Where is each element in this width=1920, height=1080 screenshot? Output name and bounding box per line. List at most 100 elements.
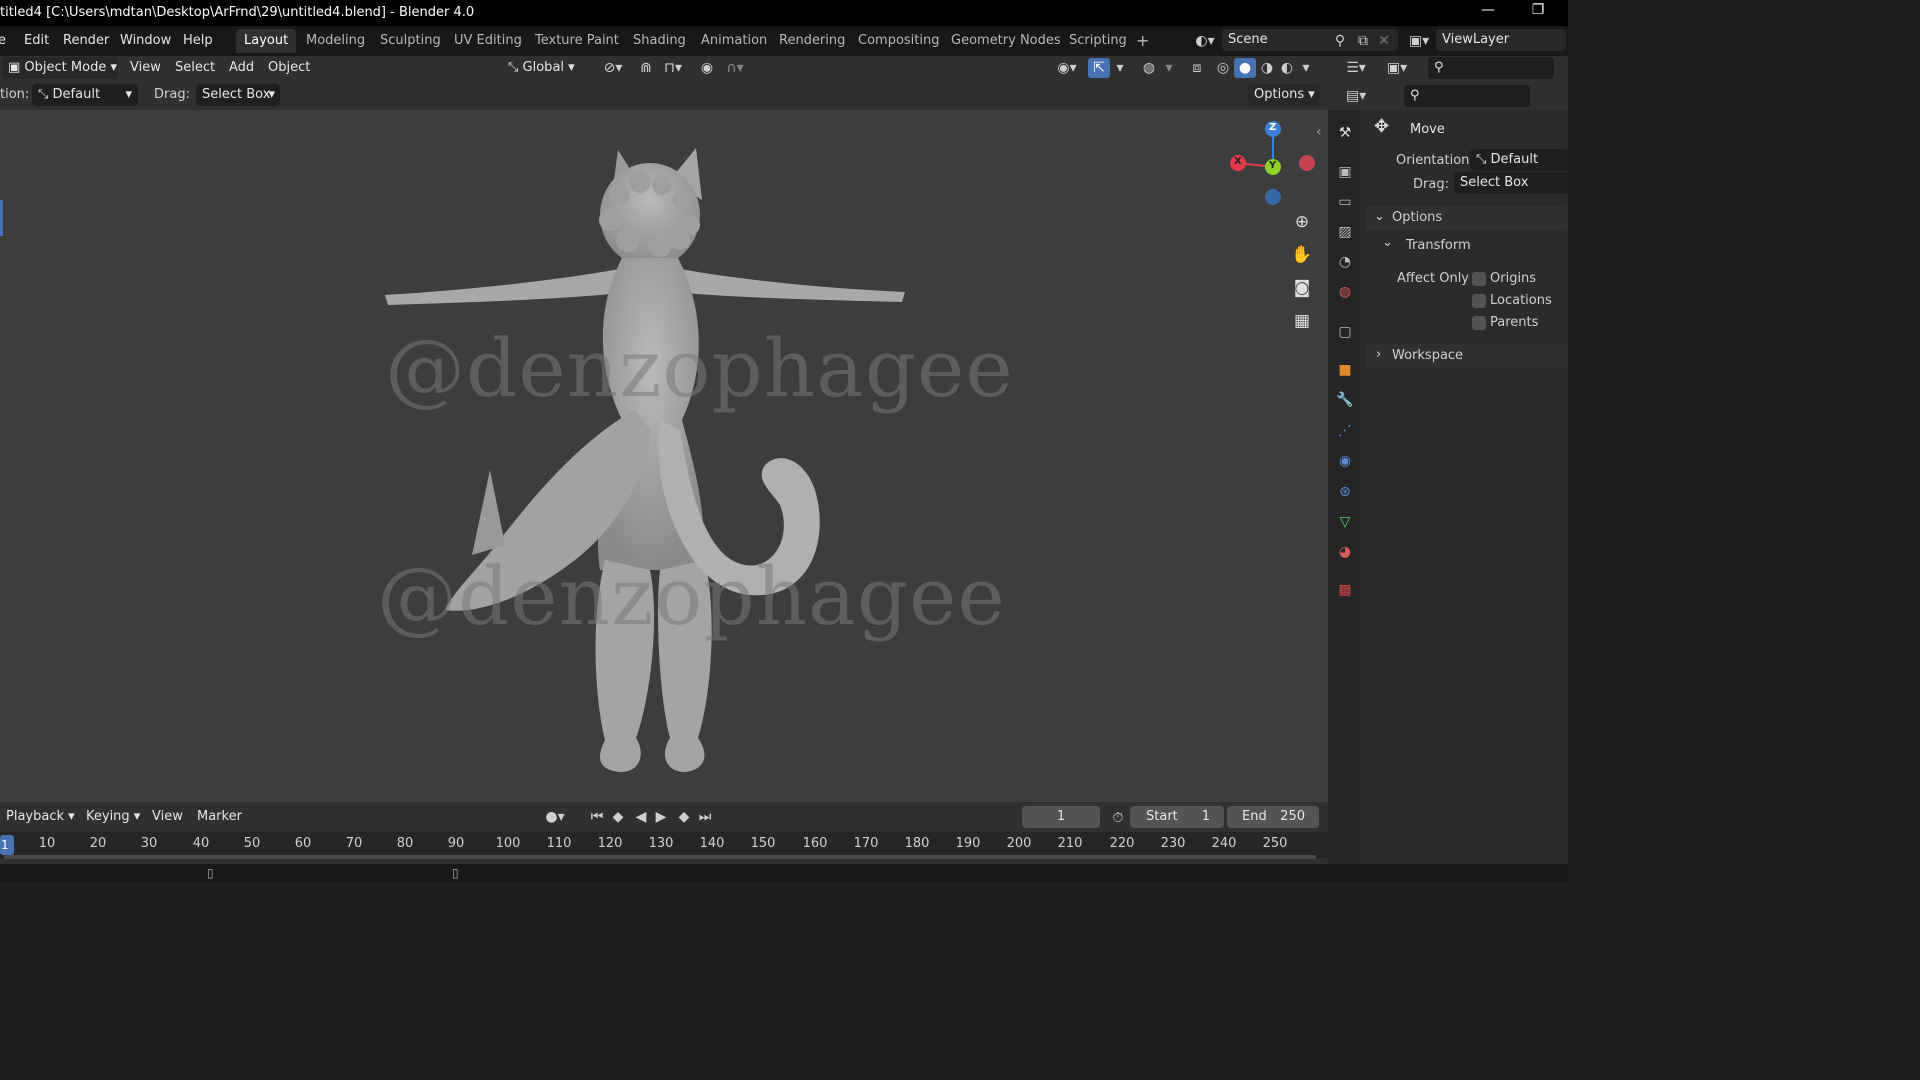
display-mode-icon[interactable]: ▣▾ <box>1380 58 1414 78</box>
minimize-button[interactable]: — <box>1468 2 1508 24</box>
xray-icon[interactable]: ⧈ <box>1186 58 1208 78</box>
3d-viewport[interactable]: @denzophagee @denzophagee Z X Y ‹ ⊕ ✋ ◙ … <box>0 110 1328 802</box>
visibility-eye-icon[interactable]: ◉▾ <box>1050 58 1084 78</box>
timeline-scrollbar[interactable] <box>4 855 1316 859</box>
tool-tab-icon[interactable]: ⚒ <box>1335 123 1355 143</box>
tab-modeling[interactable]: Modeling <box>298 29 373 53</box>
scene-tab-icon[interactable]: ◔ <box>1335 252 1355 272</box>
play-icon[interactable]: ▶ <box>652 807 670 827</box>
view-layer-tab-icon[interactable]: ▨ <box>1335 222 1355 242</box>
gizmo-neg-x-axis[interactable] <box>1299 155 1315 171</box>
output-tab-icon[interactable]: ▭ <box>1335 192 1355 212</box>
tab-sculpting[interactable]: Sculpting <box>372 29 449 53</box>
tab-texture-paint[interactable]: Texture Paint <box>527 29 627 53</box>
camera-view-icon[interactable]: ◙ <box>1288 274 1316 302</box>
menu-view[interactable]: View <box>146 806 189 828</box>
properties-search-input[interactable]: ⚲ <box>1404 85 1530 107</box>
view-layer-field[interactable]: ViewLayer <box>1436 29 1566 51</box>
current-frame-field[interactable]: 1 <box>1022 806 1100 828</box>
data-tab-icon[interactable]: ▽ <box>1335 512 1355 532</box>
gizmo-dropdown-icon[interactable]: ▾ <box>1112 58 1128 78</box>
restore-button[interactable]: ❐ <box>1518 2 1558 24</box>
menu-render[interactable]: Render <box>59 31 113 51</box>
particles-tab-icon[interactable]: ⋰ <box>1335 421 1355 441</box>
drag-dropdown[interactable]: Select Box <box>1454 172 1568 194</box>
drag-dropdown[interactable]: Select Box ▾ <box>196 84 280 106</box>
new-scene-icon[interactable]: ⧉ <box>1354 31 1372 51</box>
add-workspace-button[interactable]: + <box>1128 29 1157 53</box>
parents-checkbox[interactable] <box>1472 316 1486 330</box>
start-frame-field[interactable]: Start 1 <box>1130 806 1224 828</box>
locations-checkbox[interactable] <box>1472 294 1486 308</box>
playhead-marker[interactable]: 1 <box>0 835 14 855</box>
outliner-search-input[interactable]: ⚲ <box>1428 57 1554 79</box>
gizmo-toggle-icon[interactable]: ⇱ <box>1088 58 1110 78</box>
collection-tab-icon[interactable]: ▢ <box>1335 322 1355 342</box>
next-keyframe-icon[interactable]: ◆ <box>674 807 694 827</box>
render-tab-icon[interactable]: ▣ <box>1335 162 1355 182</box>
properties-editor-type-icon[interactable]: ▤▾ <box>1340 86 1372 106</box>
options-panel-header[interactable]: ⌄ Options <box>1366 206 1568 230</box>
material-tab-icon[interactable]: ◕ <box>1335 542 1355 562</box>
view-layer-icon[interactable]: ▣▾ <box>1404 31 1434 51</box>
menu-edit[interactable]: Edit <box>20 31 53 51</box>
object-mode-dropdown[interactable]: ▣ Object Mode ▾ <box>2 57 118 79</box>
menu-view[interactable]: View <box>124 57 167 79</box>
tab-layout[interactable]: Layout <box>236 29 297 53</box>
falloff-icon[interactable]: ∩▾ <box>720 58 750 78</box>
tab-scripting[interactable]: Scripting <box>1061 29 1135 53</box>
menu-help[interactable]: Help <box>179 31 217 51</box>
solid-shading-icon[interactable]: ● <box>1234 58 1256 78</box>
orientation-dropdown[interactable]: ⤡ Default <box>1470 149 1568 171</box>
transform-subpanel-header[interactable]: ⌄ Transform <box>1376 234 1568 258</box>
shading-dropdown-icon[interactable]: ▾ <box>1298 58 1314 78</box>
orientation-dropdown[interactable]: ⤡ Default ▾ <box>32 84 138 106</box>
outliner-editor-type-icon[interactable]: ☰▾ <box>1340 58 1372 78</box>
snap-icon[interactable]: ⋒ <box>636 58 656 78</box>
menu-object[interactable]: Object <box>262 57 316 79</box>
zoom-icon[interactable]: ⊕ <box>1288 208 1316 236</box>
overlays-icon[interactable]: ◍ <box>1138 58 1160 78</box>
constraints-tab-icon[interactable]: ⊛ <box>1335 482 1355 502</box>
workspace-panel-header[interactable]: › Workspace <box>1366 344 1568 368</box>
world-tab-icon[interactable]: ◍ <box>1335 282 1355 302</box>
jump-end-icon[interactable]: ⏭ <box>696 807 714 827</box>
origins-checkbox[interactable] <box>1472 272 1486 286</box>
physics-tab-icon[interactable]: ◉ <box>1335 451 1355 471</box>
material-shading-icon[interactable]: ◑ <box>1256 58 1278 78</box>
transform-orientation-dropdown[interactable]: ⤡ Global ▾ <box>502 57 588 79</box>
tab-shading[interactable]: Shading <box>625 29 694 53</box>
gizmo-neg-z-axis[interactable] <box>1265 189 1281 205</box>
pin-icon[interactable]: ⚲ <box>1332 31 1348 51</box>
menu-window[interactable]: Window <box>116 31 175 51</box>
menu-marker[interactable]: Marker <box>191 806 248 828</box>
playback-menu[interactable]: Playback ▾ <box>0 806 76 828</box>
pan-hand-icon[interactable]: ✋ <box>1288 241 1316 269</box>
menu-select[interactable]: Select <box>169 57 221 79</box>
scene-selector-icon[interactable]: ◐▾ <box>1190 31 1220 51</box>
texture-tab-icon[interactable]: ▩ <box>1335 580 1355 600</box>
rendered-shading-icon[interactable]: ◐ <box>1276 58 1298 78</box>
keying-menu[interactable]: Keying ▾ <box>80 806 142 828</box>
perspective-grid-icon[interactable]: ▦ <box>1288 307 1316 335</box>
collapse-sidebar-chevron-icon[interactable]: ‹ <box>1316 124 1322 140</box>
record-keyframe-icon[interactable]: ●▾ <box>538 807 572 827</box>
proportional-edit-icon[interactable]: ◉ <box>698 58 716 78</box>
file-menu-edge[interactable]: e <box>0 31 8 51</box>
tab-geometry-nodes[interactable]: Geometry Nodes <box>943 29 1069 53</box>
delete-scene-icon[interactable]: ✕ <box>1376 31 1392 51</box>
stopwatch-icon[interactable]: ⏱ <box>1108 808 1128 828</box>
snap-target-icon[interactable]: ⊓▾ <box>658 58 688 78</box>
menu-add[interactable]: Add <box>223 57 260 79</box>
end-frame-field[interactable]: End 250 <box>1227 806 1319 828</box>
tab-compositing[interactable]: Compositing <box>850 29 948 53</box>
overlays-dropdown-icon[interactable]: ▾ <box>1162 58 1176 78</box>
tab-uv-editing[interactable]: UV Editing <box>446 29 530 53</box>
tab-rendering[interactable]: Rendering <box>771 29 853 53</box>
play-reverse-icon[interactable]: ◀ <box>632 807 650 827</box>
jump-start-icon[interactable]: ⏮ <box>588 807 606 827</box>
wireframe-shading-icon[interactable]: ◎ <box>1212 58 1234 78</box>
tab-animation[interactable]: Animation <box>693 29 775 53</box>
options-dropdown[interactable]: Options ▾ <box>1248 84 1320 106</box>
character-model[interactable] <box>360 140 940 780</box>
